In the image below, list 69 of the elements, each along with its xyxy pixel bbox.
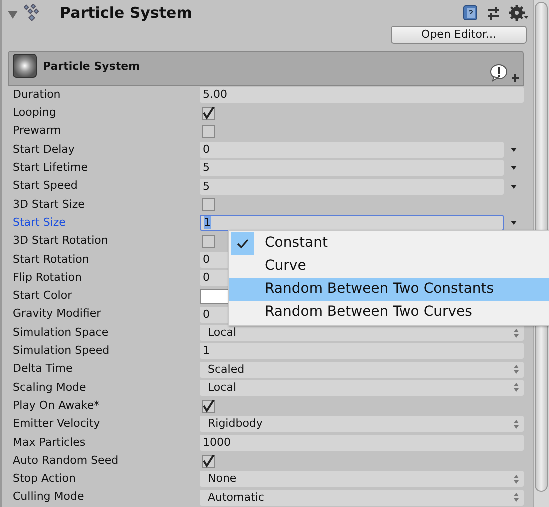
number-field[interactable]: 1 [200,343,524,360]
property-label: Auto Random Seed [12,452,120,469]
checkbox[interactable] [202,454,215,468]
property-label: Scaling Mode [12,380,88,396]
up-down-arrows-icon [514,328,519,338]
property-label: Culling Mode [12,489,86,506]
property-label: 3D Start Rotation [12,233,110,250]
checkbox[interactable] [202,125,215,138]
particle-system-icon [24,4,40,22]
property-label: Start Speed [12,178,79,194]
up-down-arrows-icon [514,383,519,392]
dropdown-arrow-icon[interactable] [511,184,517,189]
property-label: Start Delay [12,142,76,158]
sliders-icon[interactable] [486,6,501,20]
property-label: Flip Rotation [12,270,83,286]
up-down-arrows-icon [514,474,519,484]
number-field[interactable]: 5 [200,178,504,195]
gear-icon[interactable] [509,5,529,21]
module-header[interactable]: Particle System [8,51,524,86]
menu-item[interactable]: Random Between Two Curves [229,301,549,324]
property-label: Emitter Velocity [12,416,102,432]
checkbox[interactable] [202,235,215,248]
number-field[interactable]: 0 [200,142,504,158]
property-label: Gravity Modifier [12,306,102,322]
property-label: Simulation Space [12,324,110,341]
number-field[interactable]: 1 [200,215,504,232]
dropdown[interactable]: Local [200,325,524,341]
property-label: Prewarm [12,123,62,140]
menu-item[interactable]: Curve [229,255,549,278]
property-label: Delta Time [12,361,74,378]
plus-icon[interactable] [512,74,519,82]
checkbox[interactable] [202,198,215,212]
property-label: Max Particles [12,434,87,451]
property-label: Start Rotation [12,252,90,268]
foldout-triangle-icon[interactable] [8,11,18,19]
dropdown[interactable]: None [200,471,524,488]
property-label: Start Lifetime [12,160,90,176]
property-label: Stop Action [12,471,77,488]
property-label: 3D Start Size [12,196,86,213]
up-down-arrows-icon [514,493,519,502]
module-title: Particle System [43,59,140,75]
dropdown[interactable]: Rigidbody [200,416,524,432]
particle-thumbnail-icon [13,54,37,78]
checkmark-icon [236,238,248,248]
property-label: Start Color [12,288,74,304]
dropdown[interactable]: Scaled [200,362,524,378]
checkbox[interactable] [202,106,215,120]
component-title: Particle System [60,2,192,24]
property-label: Looping [12,105,58,122]
dropdown-arrow-icon[interactable] [511,148,517,152]
property-label: Play On Awake* [12,398,101,414]
number-field[interactable]: 5 [200,160,504,176]
up-down-arrows-icon [514,420,519,429]
open-editor-button[interactable]: Open Editor... [391,26,527,44]
dropdown-arrow-icon[interactable] [511,166,517,170]
number-field[interactable]: 5.00 [200,87,524,104]
menu-item[interactable]: Constant [229,232,549,255]
up-down-arrows-icon [514,365,519,374]
book-icon[interactable] [463,5,478,21]
dropdown[interactable]: Automatic [200,490,524,506]
dropdown[interactable]: Local [200,380,524,396]
property-label: Start Size [12,214,67,231]
property-label: Simulation Speed [12,343,111,360]
number-field[interactable]: 1000 [200,434,524,451]
checkbox[interactable] [202,400,215,413]
menu-item[interactable]: Random Between Two Constants [229,278,549,301]
property-label: Duration [12,86,62,103]
dropdown-arrow-icon[interactable] [511,221,517,226]
warning-bubble-icon[interactable] [490,64,508,82]
